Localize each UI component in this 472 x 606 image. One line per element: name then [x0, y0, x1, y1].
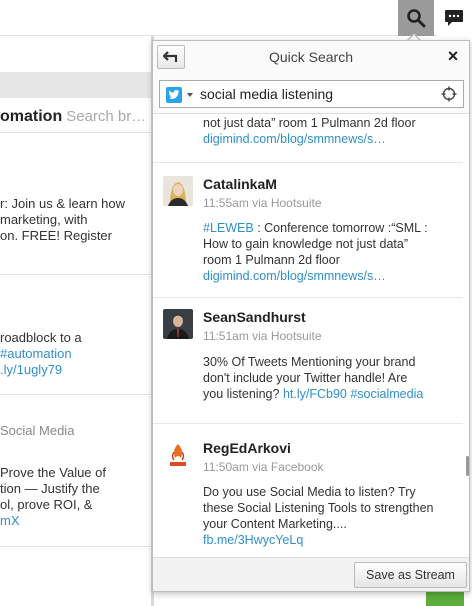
popup-footer: Save as Stream — [153, 557, 469, 591]
divider — [0, 546, 152, 547]
popup-title: Quick Search — [268, 49, 354, 65]
avatar[interactable] — [163, 176, 193, 206]
tweet-link[interactable]: ht.ly/FCb90 — [283, 387, 347, 401]
tweet-line: #LEWEB : Conference tomorrow :“SML : — [203, 220, 458, 236]
tweet-text: 30% Of Tweets Mentioning your brand don'… — [203, 354, 458, 402]
post-link[interactable]: .ly/1ugly79 — [0, 362, 62, 378]
timestamp: 11:51am via Hootsuite — [203, 329, 322, 343]
tweet-line: your Content Marketing.... — [203, 517, 347, 531]
user-avatar-image — [163, 309, 193, 339]
tweet-line: Do you use Social Media to listen? Try — [203, 485, 416, 499]
search-box — [159, 80, 464, 108]
messages-button[interactable] — [436, 0, 472, 36]
save-as-stream-button[interactable]: Save as Stream — [354, 562, 467, 588]
tweet-line: these Social Listening Tools to strength… — [203, 501, 434, 515]
post-hashtag[interactable]: #automation — [0, 346, 72, 362]
list-item: RegEdArkovi 11:50am via Facebook Do you … — [153, 424, 463, 557]
tweet-text: not just data” room 1 Pulmann 2d floor d… — [203, 115, 458, 147]
tweet-link[interactable]: fb.me/3HwycYeLq — [203, 532, 458, 548]
post-text: marketing, with — [0, 212, 88, 227]
list-item: CatalinkaM 11:55am via Hootsuite #LEWEB … — [153, 164, 463, 298]
divider — [0, 394, 152, 395]
stream-title: omation — [0, 108, 63, 125]
close-button[interactable]: × — [445, 47, 461, 65]
timestamp: 11:50am via Facebook — [203, 460, 324, 474]
stream-search-placeholder[interactable]: Search br… — [66, 108, 146, 125]
quick-search-popup: Quick Search × not just data” room 1 Pul… — [152, 40, 470, 592]
tweet-link[interactable]: digimind.com/blog/smmnews/s… — [203, 268, 458, 284]
background-stream-column: omation Search br… r: Join us & learn how… — [0, 98, 152, 606]
post-text: tion — Justify the — [0, 481, 100, 496]
chevron-down-icon[interactable] — [187, 93, 193, 97]
tweet-hashtag[interactable]: #LEWEB — [203, 221, 254, 235]
search-button[interactable] — [398, 0, 434, 36]
tweet-text: Do you use Social Media to listen? Try t… — [203, 484, 458, 548]
search-input[interactable] — [200, 84, 438, 104]
tweet-line: How to gain knowledge not just data” — [203, 237, 408, 251]
scrollbar-thumb[interactable] — [466, 456, 469, 476]
tweet-hashtag[interactable]: #socialmedia — [350, 387, 423, 401]
post-text: ol, prove ROI, & — [0, 497, 93, 512]
divider — [0, 132, 152, 133]
tweet-line: not just data” room 1 Pulmann 2d floor — [203, 116, 416, 130]
tweet-line: 30% Of Tweets Mentioning your brand — [203, 355, 416, 369]
crosshair-icon[interactable] — [441, 86, 457, 102]
divider — [0, 274, 152, 275]
timestamp: 11:55am via Hootsuite — [203, 196, 322, 210]
avatar[interactable] — [163, 440, 193, 470]
tweet-text: #LEWEB : Conference tomorrow :“SML : How… — [203, 220, 458, 284]
avatar[interactable] — [163, 309, 193, 339]
tweet-line-text: : Conference tomorrow :“SML : — [253, 221, 428, 235]
user-avatar-image — [163, 176, 193, 206]
post-meta: Social Media — [0, 423, 75, 438]
username[interactable]: CatalinkaM — [203, 176, 277, 192]
stream-header: omation Search br… — [0, 108, 152, 126]
twitter-icon — [168, 90, 180, 99]
tweet-line: you listening? ht.ly/FCb90 #socialmedia — [203, 386, 458, 402]
tweet-link[interactable]: digimind.com/blog/smmnews/s… — [203, 131, 458, 147]
post-text: r: Join us & learn how — [0, 196, 126, 211]
tweet-line: room 1 Pulmann 2d floor — [203, 253, 340, 267]
username[interactable]: SeanSandhurst — [203, 309, 306, 325]
message-icon — [445, 10, 463, 26]
post-text: roadblock to a — [0, 330, 82, 345]
stream-tabs-strip — [0, 72, 152, 98]
network-selector[interactable] — [166, 87, 182, 103]
top-bar — [0, 0, 472, 36]
username[interactable]: RegEdArkovi — [203, 440, 291, 456]
list-item: not just data” room 1 Pulmann 2d floor d… — [153, 114, 463, 163]
search-icon — [407, 9, 426, 28]
post-text: Prove the Value of — [0, 465, 106, 480]
post-link[interactable]: mX — [0, 513, 20, 529]
post-text: on. FREE! Register — [0, 228, 112, 243]
tweet-line: don't include your Twitter handle! Are — [203, 371, 408, 385]
tweet-line-text: you listening? — [203, 387, 280, 401]
user-avatar-image — [163, 440, 193, 470]
results-list: not just data” room 1 Pulmann 2d floor d… — [153, 113, 469, 557]
list-item: SeanSandhurst 11:51am via Hootsuite 30% … — [153, 298, 463, 424]
popup-header: Quick Search × — [153, 41, 469, 75]
